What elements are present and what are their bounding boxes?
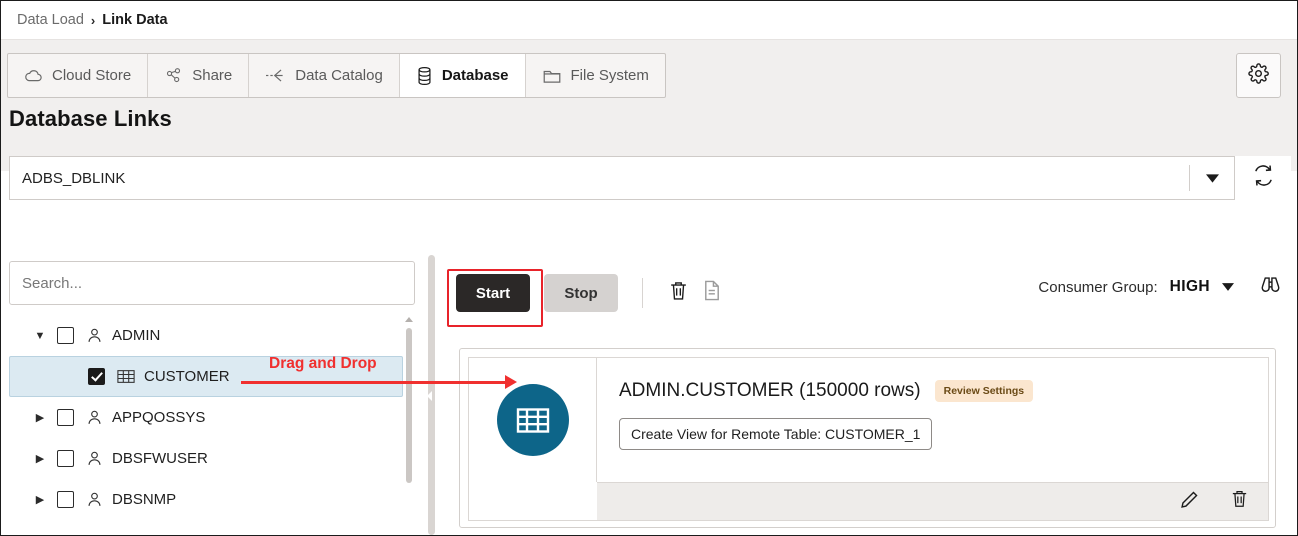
breadcrumb: Data Load › Link Data xyxy=(1,1,1297,39)
splitter-collapse-icon[interactable] xyxy=(427,391,432,401)
tree-item-label: DBSFWUSER xyxy=(112,450,208,467)
link-data-panel: Start Stop xyxy=(446,253,1291,536)
status-badge[interactable]: Review Settings xyxy=(935,380,1034,402)
tree-item-label: APPQOSSYS xyxy=(112,409,205,426)
card-main: ADMIN.CUSTOMER (150000 rows) Review Sett… xyxy=(469,358,1268,482)
trash-icon xyxy=(668,280,689,307)
report-button[interactable] xyxy=(695,276,729,310)
chevron-down-icon[interactable] xyxy=(1190,157,1234,199)
card-title: ADMIN.CUSTOMER (150000 rows) xyxy=(619,380,921,402)
settings-button[interactable] xyxy=(1236,53,1281,98)
database-link-value: ADBS_DBLINK xyxy=(10,170,1189,187)
start-button[interactable]: Start xyxy=(456,274,530,312)
folder-icon xyxy=(542,67,562,85)
chevron-right-icon[interactable]: ▶ xyxy=(31,411,49,424)
tab-data-catalog[interactable]: Data Catalog xyxy=(249,54,400,97)
consumer-group-value[interactable]: HIGH xyxy=(1170,278,1210,296)
preview-data-button[interactable] xyxy=(1258,275,1283,299)
tab-label: Cloud Store xyxy=(52,67,131,84)
stop-button[interactable]: Stop xyxy=(544,274,618,312)
page-title: Database Links xyxy=(9,106,172,132)
scroll-up-arrow-icon[interactable] xyxy=(405,317,413,322)
pencil-icon xyxy=(1180,490,1199,514)
main-body: ▼ ADMIN xyxy=(1,253,1298,536)
tab-label: File System xyxy=(571,67,649,84)
create-view-name-input[interactable]: Create View for Remote Table: CUSTOMER_1 xyxy=(619,418,932,450)
user-icon xyxy=(86,327,103,344)
annotation-arrow-line xyxy=(241,381,509,384)
chevron-down-icon[interactable] xyxy=(1222,283,1234,291)
consumer-group-label: Consumer Group: xyxy=(1038,279,1157,296)
tree-scrollbar[interactable] xyxy=(404,315,415,525)
tree-item-dbsfwuser[interactable]: ▶ DBSFWUSER xyxy=(9,438,415,479)
user-icon xyxy=(86,450,103,467)
edit-card-button[interactable] xyxy=(1172,485,1206,519)
breadcrumb-parent[interactable]: Data Load xyxy=(17,12,84,28)
data-catalog-icon xyxy=(265,66,286,85)
source-type-tabs: Cloud Store Share Data xyxy=(7,53,666,98)
tree-item-dbsnmp[interactable]: ▶ DBSNMP xyxy=(9,479,415,520)
binoculars-icon xyxy=(1258,275,1283,299)
database-icon xyxy=(416,66,433,86)
refresh-icon xyxy=(1252,164,1275,192)
database-link-select[interactable]: ADBS_DBLINK xyxy=(9,156,1235,200)
share-icon xyxy=(164,66,183,85)
tab-label: Database xyxy=(442,67,509,84)
card-body: ADMIN.CUSTOMER (150000 rows) Review Sett… xyxy=(597,358,1268,482)
app-window: Data Load › Link Data Cloud Store xyxy=(0,0,1298,536)
linked-table-card: ADMIN.CUSTOMER (150000 rows) Review Sett… xyxy=(468,357,1269,521)
tree-item-appqossys[interactable]: ▶ APPQOSSYS xyxy=(9,397,415,438)
search-input[interactable] xyxy=(9,261,415,305)
document-icon xyxy=(703,280,721,306)
tab-label: Data Catalog xyxy=(295,67,383,84)
tab-cloud-store[interactable]: Cloud Store xyxy=(8,54,148,97)
tree-checkbox[interactable] xyxy=(57,491,74,508)
tree-item-label: DBSNMP xyxy=(112,491,176,508)
card-title-row: ADMIN.CUSTOMER (150000 rows) Review Sett… xyxy=(619,380,1268,402)
tree-item-label: CUSTOMER xyxy=(144,368,230,385)
breadcrumb-separator-icon: › xyxy=(91,13,95,28)
user-icon xyxy=(86,491,103,508)
annotation-label: Drag and Drop xyxy=(269,355,377,373)
user-icon xyxy=(86,409,103,426)
card-actions xyxy=(597,482,1268,520)
tree-checkbox[interactable] xyxy=(88,368,105,385)
object-tree-panel: ▼ ADMIN xyxy=(9,261,421,529)
panel-splitter[interactable] xyxy=(425,253,438,536)
tab-label: Share xyxy=(192,67,232,84)
toolbar-band: Cloud Store Share Data xyxy=(1,39,1297,171)
delete-all-button[interactable] xyxy=(661,276,695,310)
schema-tree: ▼ ADMIN xyxy=(9,315,415,525)
scrollbar-thumb[interactable] xyxy=(406,328,412,483)
tree-checkbox[interactable] xyxy=(57,450,74,467)
gear-icon xyxy=(1248,63,1269,89)
breadcrumb-current: Link Data xyxy=(102,12,167,28)
tree-item-label: ADMIN xyxy=(112,327,160,344)
refresh-button[interactable] xyxy=(1235,156,1291,200)
chevron-right-icon[interactable]: ▶ xyxy=(31,493,49,506)
toolbar-divider xyxy=(642,278,643,308)
chevron-right-icon[interactable]: ▶ xyxy=(31,452,49,465)
tree-item-admin[interactable]: ▼ ADMIN xyxy=(9,315,415,356)
tab-file-system[interactable]: File System xyxy=(526,54,665,97)
tree-checkbox[interactable] xyxy=(57,327,74,344)
trash-icon xyxy=(1230,489,1249,514)
cloud-icon xyxy=(24,66,43,85)
chevron-down-icon[interactable]: ▼ xyxy=(31,330,49,342)
tab-share[interactable]: Share xyxy=(148,54,249,97)
tab-database[interactable]: Database xyxy=(400,54,526,97)
annotation-arrow-head-icon xyxy=(505,375,517,389)
job-toolbar: Start Stop xyxy=(446,253,1291,333)
consumer-group-control: Consumer Group: HIGH xyxy=(1038,275,1283,299)
delete-card-button[interactable] xyxy=(1222,485,1256,519)
linked-table-card-container: ADMIN.CUSTOMER (150000 rows) Review Sett… xyxy=(459,348,1276,528)
table-icon xyxy=(117,369,135,384)
tree-checkbox[interactable] xyxy=(57,409,74,426)
card-icon-column xyxy=(469,358,597,482)
table-icon xyxy=(497,384,569,456)
